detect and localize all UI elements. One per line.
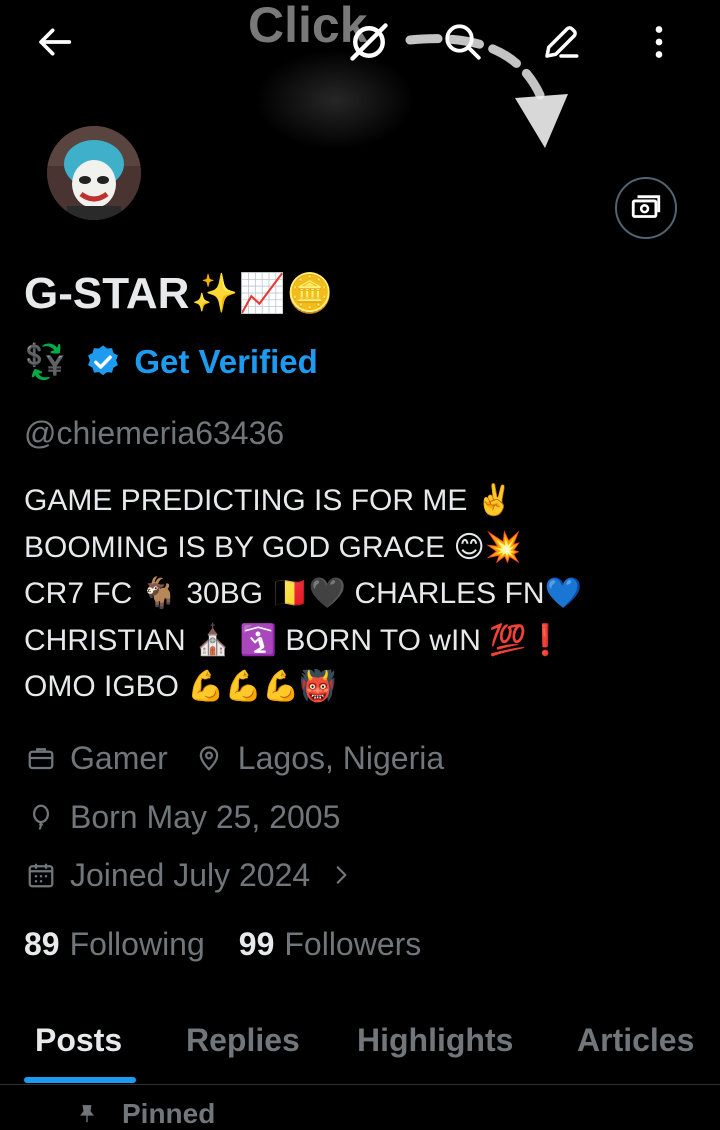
balloon-icon [24,800,58,834]
birthday-row: Born May 25, 2005 [24,797,340,837]
location-pin-icon [192,741,226,775]
bio-line: GAME PREDICTING IS FOR ME ✌️ [24,484,514,517]
avatar-image [47,126,141,220]
pinned-label: Pinned [122,1098,216,1129]
tab-articles[interactable]: Articles [577,1020,694,1060]
bio-line: CR7 FC 🐐 30BG 🇧🇪🖤 CHARLES FN💙 [24,577,582,610]
birthday-text: Born May 25, 2005 [70,798,341,835]
verification-row: 💱 Get Verified [24,334,318,390]
profession-location-row: Gamer Lagos, Nigeria [24,738,444,778]
profession-text: Gamer [70,739,168,776]
grok-icon [350,23,388,61]
active-tab-indicator [24,1077,136,1083]
display-name-text: G-STAR [24,269,190,318]
edit-profile-button[interactable] [533,14,589,70]
more-vertical-icon [655,26,663,58]
search-button[interactable] [435,14,491,70]
following-count: 89 [24,925,60,962]
calendar-icon [24,858,58,892]
tab-highlights[interactable]: Highlights [357,1020,513,1060]
tab-replies[interactable]: Replies [186,1020,300,1060]
location-text: Lagos, Nigeria [237,739,445,776]
search-icon [445,24,481,60]
tip-button[interactable] [615,177,677,239]
followers-count: 99 [238,925,275,962]
chevron-right-icon [324,858,358,892]
more-options-button[interactable] [631,14,687,70]
avatar[interactable] [47,126,141,220]
profile-handle: @chiemeria63436 [24,415,285,451]
currency-exchange-emoji: 💱 [24,343,67,381]
joined-text: Joined July 2024 [70,856,311,893]
display-name-emojis: ✨📈🪙 [191,273,334,315]
back-button[interactable] [28,14,84,70]
followers-label: Followers [284,925,422,962]
pencil-icon [545,26,579,58]
briefcase-icon [24,741,58,775]
profile-tabs: Posts Replies Highlights Articles [0,1010,720,1085]
bio-line: OMO IGBO 💪💪💪👹 [24,670,337,703]
arrow-left-icon [39,28,72,56]
tab-posts[interactable]: Posts [35,1020,122,1060]
grok-button[interactable] [341,14,397,70]
following-link[interactable]: 89 Following [24,926,205,963]
pinned-post-header: Pinned [76,1098,215,1130]
profile-bio: GAME PREDICTING IS FOR ME ✌️ BOOMING IS … [24,478,704,711]
money-icon [631,195,661,218]
joined-date-row[interactable]: Joined July 2024 [24,855,370,895]
display-name: G-STAR ✨📈🪙 [24,268,333,320]
follow-stats: 89 Following 99 Followers [24,922,421,966]
bio-line: BOOMING IS BY GOD GRACE 😊💥 [24,530,523,564]
get-verified-link[interactable]: Get Verified [134,343,317,381]
following-label: Following [69,925,205,962]
pin-icon [80,1105,94,1123]
followers-link[interactable]: 99 Followers [239,926,422,963]
verified-badge-icon [88,345,119,376]
bio-line: CHRISTIAN ⛪ 🛐 BORN TO wIN 💯❗ [24,623,565,657]
